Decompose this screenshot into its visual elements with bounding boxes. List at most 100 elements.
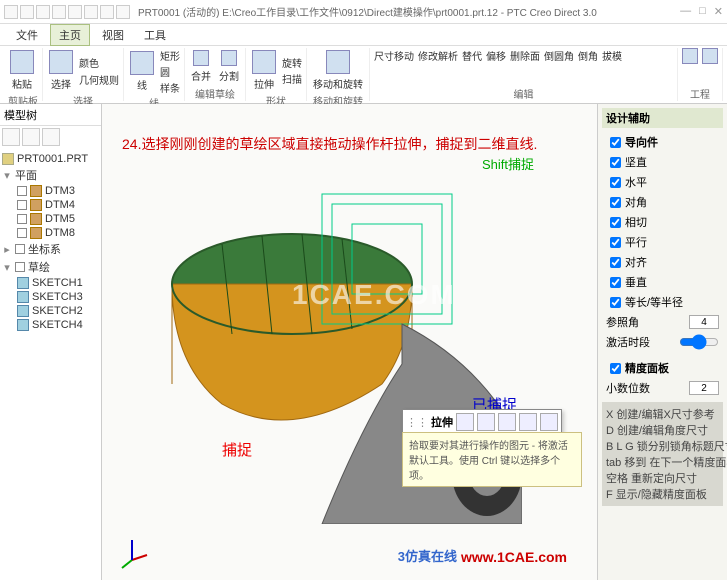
delete-face-button[interactable]: 删除面 [510, 48, 540, 63]
delay-slider[interactable] [679, 334, 719, 350]
checkbox[interactable] [610, 217, 621, 228]
checkbox[interactable] [610, 137, 621, 148]
tree-item[interactable]: SKETCH4 [2, 318, 99, 332]
geom-rules-button[interactable]: 几何规则 [79, 72, 119, 87]
popup-revolve-icon[interactable] [477, 413, 495, 431]
ref-angle-input[interactable] [689, 315, 719, 329]
modify-button[interactable]: 修改解析 [418, 48, 458, 63]
paste-button[interactable]: 粘贴 [8, 48, 36, 93]
chamfer-button[interactable]: 倒角 [578, 48, 598, 63]
checkbox[interactable] [610, 297, 621, 308]
checkbox[interactable] [610, 237, 621, 248]
checkbox-icon[interactable] [17, 200, 27, 210]
tree-item[interactable]: SKETCH3 [2, 290, 99, 304]
tree-item[interactable]: DTM5 [2, 212, 99, 226]
popup-more-icon[interactable] [540, 413, 558, 431]
qat-undo-icon[interactable] [52, 5, 66, 19]
revolve-button[interactable]: 旋转 [282, 55, 302, 70]
tree-item[interactable]: DTM4 [2, 198, 99, 212]
minimize-icon[interactable]: — [680, 5, 691, 18]
circle-button[interactable]: 圆 [160, 64, 180, 79]
check-align[interactable]: 对齐 [602, 252, 723, 272]
tree-root[interactable]: PRT0001.PRT [2, 152, 99, 166]
draft-button[interactable]: 拔模 [602, 48, 622, 63]
tree-item[interactable]: ▾草绘 [2, 258, 99, 276]
tree-tab-3[interactable] [42, 128, 60, 146]
tree-item[interactable]: ▾平面 [2, 166, 99, 184]
decimals-input[interactable] [689, 381, 719, 395]
qat-regen-icon[interactable] [84, 5, 98, 19]
checkbox[interactable] [610, 157, 621, 168]
color-button[interactable]: 颜色 [79, 55, 119, 70]
orientation-triad[interactable] [112, 530, 152, 570]
check-parallel[interactable]: 平行 [602, 232, 723, 252]
ribbon-group-clipboard: 粘贴 剪贴板 [4, 48, 43, 101]
tree-item[interactable]: ▸坐标系 [2, 240, 99, 258]
dim-move-button[interactable]: 尺寸移动 [374, 48, 414, 63]
checkbox-icon[interactable] [17, 214, 27, 224]
maximize-icon[interactable]: □ [699, 5, 706, 18]
menu-home[interactable]: 主页 [50, 24, 90, 46]
round-button[interactable]: 倒圆角 [544, 48, 574, 63]
menu-view[interactable]: 视图 [94, 25, 132, 45]
checkbox[interactable] [610, 197, 621, 208]
tree-item[interactable]: DTM3 [2, 184, 99, 198]
checkbox-icon[interactable] [15, 262, 25, 272]
qat-close-icon[interactable] [116, 5, 130, 19]
expand-icon[interactable]: ▾ [2, 261, 12, 274]
close-icon[interactable]: ✕ [714, 5, 723, 18]
expand-icon[interactable]: ▾ [2, 169, 12, 182]
tree-item[interactable]: SKETCH1 [2, 276, 99, 290]
guides-section-check[interactable]: 导向件 [602, 132, 723, 152]
check-vertical[interactable]: 坚直 [602, 152, 723, 172]
tree-tab-2[interactable] [22, 128, 40, 146]
select-button[interactable]: 选择 [47, 48, 75, 93]
check-horizontal[interactable]: 水平 [602, 172, 723, 192]
qat-save-icon[interactable] [36, 5, 50, 19]
checkbox[interactable] [610, 177, 621, 188]
qat-window-icon[interactable] [100, 5, 114, 19]
replace-button[interactable]: 替代 [462, 48, 482, 63]
expand-icon[interactable]: ▸ [2, 243, 12, 256]
check-tangent[interactable]: 相切 [602, 212, 723, 232]
tree-tab-1[interactable] [2, 128, 20, 146]
eng-icon[interactable] [682, 48, 698, 64]
popup-extrude-icon[interactable] [456, 413, 474, 431]
sweep-button[interactable]: 扫描 [282, 71, 302, 86]
graphics-canvas[interactable]: 24.选择刚刚创建的草绘区域直接拖动操作杆拉伸，捕捉到二维直线. Shift捕捉… [102, 104, 597, 580]
merge-button[interactable]: 合并 [189, 48, 213, 85]
extrude-button[interactable]: 拉伸 [250, 48, 278, 93]
check-equal[interactable]: 等长/等半径 [602, 292, 723, 312]
checkbox-icon[interactable] [15, 244, 25, 254]
check-diagonal[interactable]: 对角 [602, 192, 723, 212]
split-button[interactable]: 分割 [217, 48, 241, 85]
qat-new-icon[interactable] [4, 5, 18, 19]
popup-sweep-icon[interactable] [498, 413, 516, 431]
spline-button[interactable]: 样条 [160, 80, 180, 95]
checkbox[interactable] [610, 277, 621, 288]
part-icon [2, 153, 14, 165]
move-rotate-button[interactable]: 移动和旋转 [311, 48, 365, 93]
precision-section-check[interactable]: 精度面板 [602, 358, 723, 378]
tree-item[interactable]: DTM8 [2, 226, 99, 240]
rect-button[interactable]: 矩形 [160, 48, 180, 63]
model-tree[interactable]: PRT0001.PRT ▾平面 DTM3 DTM4 DTM5 DTM8 ▸坐标系… [0, 148, 101, 580]
eng-icon2[interactable] [702, 48, 718, 64]
popup-delete-icon[interactable] [519, 413, 537, 431]
menu-tools[interactable]: 工具 [136, 25, 174, 45]
offset-button[interactable]: 偏移 [486, 48, 506, 63]
tree-item[interactable]: SKETCH2 [2, 304, 99, 318]
ribbon-group-move: 移动和旋转 移动和旋转 [307, 48, 370, 101]
check-perpendicular[interactable]: 垂直 [602, 272, 723, 292]
checkbox[interactable] [610, 257, 621, 268]
qat-redo-icon[interactable] [68, 5, 82, 19]
line-button[interactable]: 线 [128, 49, 156, 94]
menu-file[interactable]: 文件 [8, 25, 46, 45]
ribbon-group-line: 线 矩形 圆 样条 线 [124, 48, 185, 101]
checkbox-icon[interactable] [17, 228, 27, 238]
grip-icon[interactable]: ⋮⋮ [406, 416, 428, 429]
checkbox[interactable] [610, 363, 621, 374]
qat-open-icon[interactable] [20, 5, 34, 19]
checkbox-icon[interactable] [17, 186, 27, 196]
shift-snap-annotation: Shift捕捉 [482, 154, 534, 173]
